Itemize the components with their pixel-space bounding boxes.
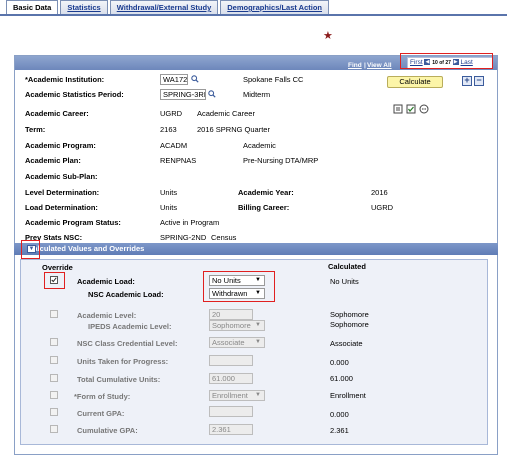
load-determination-value: Units bbox=[160, 203, 178, 212]
current-gpa-calculated: 0.000 bbox=[330, 410, 349, 419]
comment-icon[interactable] bbox=[419, 104, 429, 114]
prev-stats-nsc-value: SPRING-2ND bbox=[160, 233, 207, 242]
collapse-highlight bbox=[21, 240, 40, 259]
tab-statistics[interactable]: Statistics bbox=[60, 0, 108, 14]
nsc-class-select[interactable]: Associate ▼ bbox=[209, 337, 265, 348]
program-label: Academic Program: bbox=[25, 141, 96, 150]
billing-career-label: Billing Career: bbox=[238, 203, 290, 212]
add-row-icon[interactable]: + bbox=[462, 76, 472, 86]
notepad-icon[interactable] bbox=[393, 104, 403, 114]
units-progress-override-checkbox[interactable] bbox=[50, 356, 58, 364]
units-progress-label: Units Taken for Progress: bbox=[77, 357, 169, 366]
billing-career-value: UGRD bbox=[371, 203, 394, 212]
academic-level-override-checkbox[interactable] bbox=[50, 310, 58, 318]
delete-row-icon[interactable]: − bbox=[474, 76, 484, 86]
period-description: Midterm bbox=[243, 90, 271, 99]
total-units-label: Total Cumulative Units: bbox=[77, 375, 161, 384]
academic-level-input[interactable]: 20 bbox=[209, 309, 253, 320]
institution-input[interactable]: WA172 bbox=[160, 74, 188, 85]
calculated-header: Calculated bbox=[328, 262, 366, 271]
tab-demographics-last-action[interactable]: Demographics/Last Action bbox=[220, 0, 330, 14]
view-all-link[interactable]: View All bbox=[367, 62, 392, 69]
career-description: Academic Career bbox=[197, 109, 255, 118]
term-label: Term: bbox=[25, 125, 46, 134]
tab-basic-data[interactable]: Basic Data bbox=[6, 0, 59, 14]
load-select-highlight bbox=[203, 271, 275, 302]
term-description: 2016 SPRNG Quarter bbox=[197, 125, 270, 134]
plan-label: Academic Plan: bbox=[25, 156, 81, 165]
load-determination-label: Load Determination: bbox=[25, 203, 98, 212]
units-progress-calculated: 0.000 bbox=[330, 358, 349, 367]
academic-level-label: Academic Level: bbox=[77, 311, 137, 320]
find-link[interactable]: Find bbox=[348, 62, 362, 69]
level-determination-label: Level Determination: bbox=[25, 188, 100, 197]
subplan-label: Academic Sub-Plan: bbox=[25, 172, 98, 181]
tab-underline bbox=[0, 14, 507, 16]
total-units-override-checkbox[interactable] bbox=[50, 374, 58, 382]
units-progress-input[interactable] bbox=[209, 355, 253, 366]
nsc-class-label: NSC Class Credential Level: bbox=[77, 339, 178, 348]
ipeds-level-select[interactable]: Sophomore ▼ bbox=[209, 320, 265, 331]
cumulative-gpa-override-checkbox[interactable] bbox=[50, 425, 58, 433]
period-input[interactable]: SPRING-3RD bbox=[160, 89, 206, 100]
program-description: Academic bbox=[243, 141, 276, 150]
institution-lookup-icon[interactable] bbox=[191, 75, 199, 83]
current-gpa-label: Current GPA: bbox=[77, 409, 125, 418]
academic-load-calculated: No Units bbox=[330, 277, 359, 286]
calculated-section-header[interactable]: Calculated Values and Overrides bbox=[14, 243, 498, 255]
form-study-override-checkbox[interactable] bbox=[50, 391, 58, 399]
academic-year-label: Academic Year: bbox=[238, 188, 294, 197]
institution-label: *Academic Institution: bbox=[25, 75, 105, 84]
nsc-academic-load-label: NSC Academic Load: bbox=[88, 290, 164, 299]
nsc-class-calculated: Associate bbox=[330, 339, 363, 348]
form-study-calculated: Enrollment bbox=[330, 391, 366, 400]
current-gpa-input[interactable] bbox=[209, 406, 253, 417]
program-status-label: Academic Program Status: bbox=[25, 218, 121, 227]
nav-highlight bbox=[400, 53, 493, 69]
current-gpa-override-checkbox[interactable] bbox=[50, 408, 58, 416]
calculate-button[interactable]: Calculate bbox=[387, 76, 443, 88]
program-status-value: Active in Program bbox=[160, 218, 220, 227]
nsc-class-override-checkbox[interactable] bbox=[50, 338, 58, 346]
period-label: Academic Statistics Period: bbox=[25, 90, 124, 99]
ipeds-level-calculated: Sophomore bbox=[330, 320, 369, 329]
nav-separator: | bbox=[364, 62, 366, 69]
term-value: 2163 bbox=[160, 125, 177, 134]
program-value: ACADM bbox=[160, 141, 188, 150]
level-determination-value: Units bbox=[160, 188, 178, 197]
total-units-input[interactable]: 61.000 bbox=[209, 373, 253, 384]
cumulative-gpa-label: Cumulative GPA: bbox=[77, 426, 138, 435]
career-label: Academic Career: bbox=[25, 109, 89, 118]
cumulative-gpa-input[interactable]: 2.361 bbox=[209, 424, 253, 435]
tab-bar: Basic Data Statistics Withdrawal/Externa… bbox=[6, 0, 331, 14]
academic-year-value: 2016 bbox=[371, 188, 388, 197]
checklist-icon[interactable] bbox=[406, 104, 416, 114]
override-highlight bbox=[44, 272, 65, 289]
plan-value: RENPNAS bbox=[160, 156, 197, 165]
total-units-calculated: 61.000 bbox=[330, 374, 353, 383]
cumulative-gpa-calculated: 2.361 bbox=[330, 426, 349, 435]
required-star-icon: ★ bbox=[323, 30, 333, 42]
prev-stats-nsc-description: Census bbox=[211, 233, 237, 242]
plan-description: Pre-Nursing DTA/MRP bbox=[243, 156, 319, 165]
academic-load-label: Academic Load: bbox=[77, 277, 135, 286]
academic-level-calculated: Sophomore bbox=[330, 310, 369, 319]
override-header: Override bbox=[42, 263, 73, 272]
form-study-label: *Form of Study: bbox=[74, 392, 131, 401]
institution-description: Spokane Falls CC bbox=[243, 75, 304, 84]
period-lookup-icon[interactable] bbox=[208, 90, 216, 98]
career-value: UGRD bbox=[160, 109, 183, 118]
tab-withdrawal-external-study[interactable]: Withdrawal/External Study bbox=[109, 0, 219, 14]
ipeds-level-label: IPEDS Academic Level: bbox=[88, 322, 172, 331]
form-study-select[interactable]: Enrollment ▼ bbox=[209, 390, 265, 401]
